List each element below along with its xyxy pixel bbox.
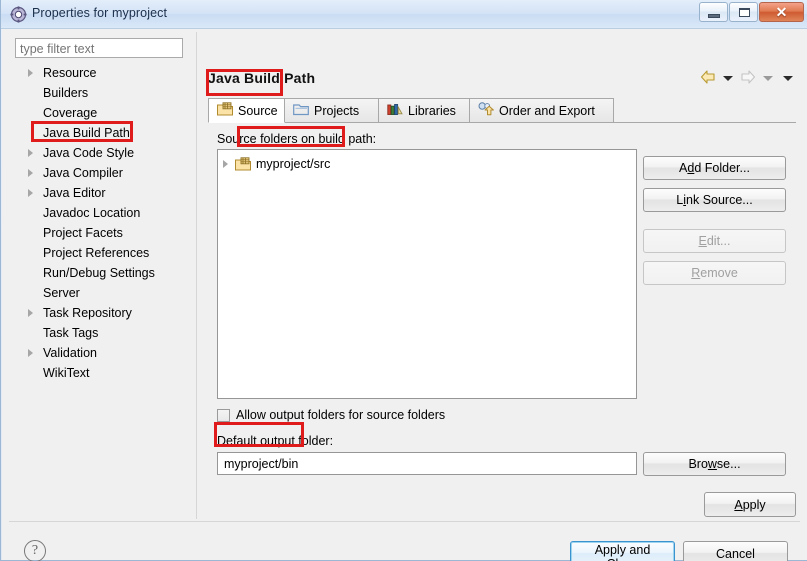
sidebar-item-java-build-path[interactable]: Java Build Path	[15, 123, 193, 143]
maximize-icon	[739, 8, 750, 17]
default-output-folder-label: Default output folder:	[217, 434, 334, 448]
remove-button: Remove	[643, 261, 786, 285]
expand-arrow-icon[interactable]	[28, 169, 33, 177]
back-dropdown-icon[interactable]	[723, 76, 733, 81]
tab-libraries[interactable]: Libraries	[378, 98, 470, 123]
allow-output-folders-label: Allow output folders for source folders	[236, 408, 446, 422]
title-bar[interactable]: Properties for myproject ✕	[1, 0, 807, 29]
cancel-button[interactable]: Cancel	[683, 541, 788, 561]
tab-label: Order and Export	[499, 103, 595, 118]
allow-output-folders-checkbox[interactable]: Allow output folders for source folders	[217, 408, 445, 422]
link-source-button[interactable]: Link Source...	[643, 188, 786, 212]
source-folders-list[interactable]: myproject/src	[217, 149, 637, 399]
expand-arrow-icon[interactable]	[223, 159, 228, 168]
libraries-icon	[387, 103, 403, 119]
tab-label: Projects	[314, 103, 360, 118]
sidebar-item-project-references[interactable]: Project References	[15, 243, 193, 263]
sidebar-item-label: Java Compiler	[43, 166, 123, 180]
sidebar-item-run-debug-settings[interactable]: Run/Debug Settings	[15, 263, 193, 283]
eclipse-properties-icon	[10, 6, 27, 23]
sidebar-item-label: Java Build Path	[43, 126, 130, 140]
window-controls: ✕	[699, 2, 804, 22]
filter-input[interactable]	[15, 38, 183, 58]
expand-arrow-icon[interactable]	[28, 349, 33, 357]
tab-source[interactable]: Source	[208, 98, 285, 123]
edit-button: Edit...	[643, 229, 786, 253]
window-title: Properties for myproject	[32, 6, 168, 20]
add-folder-button[interactable]: Add Folder...	[643, 156, 786, 180]
sidebar-item-label: Coverage	[43, 106, 98, 120]
navigation-controls	[700, 70, 796, 87]
expand-arrow-icon[interactable]	[28, 69, 33, 77]
sidebar-item-resource[interactable]: Resource	[15, 63, 193, 83]
help-icon[interactable]: ?	[24, 540, 46, 561]
minimize-button[interactable]	[699, 2, 728, 22]
build-path-tabs[interactable]: Source Projects Libraries Order and Export	[208, 98, 796, 123]
back-arrow-icon[interactable]	[700, 70, 716, 87]
view-menu-icon[interactable]	[783, 76, 793, 81]
list-item-label: myproject/src	[256, 156, 331, 171]
checkbox-box[interactable]	[217, 408, 230, 422]
browse-button[interactable]: Browse...	[643, 452, 786, 476]
sidebar-item-task-tags[interactable]: Task Tags	[15, 323, 193, 343]
properties-tree[interactable]: Resource Builders Coverage Java Build Path J…	[15, 63, 193, 492]
properties-dialog: Properties for myproject ✕ Resource Build…	[0, 0, 807, 561]
expand-arrow-icon[interactable]	[28, 149, 33, 157]
window-frame: Properties for myproject ✕ Resource Build…	[0, 0, 807, 561]
list-item[interactable]: myproject/src	[223, 154, 330, 173]
maximize-button[interactable]	[729, 2, 758, 22]
tab-order-and-export[interactable]: Order and Export	[469, 98, 614, 123]
tab-projects[interactable]: Projects	[284, 98, 379, 123]
dialog-body: Resource Builders Coverage Java Build Path J…	[2, 29, 807, 561]
projects-icon	[293, 103, 309, 119]
sidebar-item-label: Project References	[43, 246, 150, 260]
apply-and-close-button[interactable]: Apply and Close	[570, 541, 675, 561]
apply-button[interactable]: Apply	[704, 492, 796, 517]
close-button[interactable]: ✕	[759, 2, 804, 22]
sidebar-item-label: Project Facets	[43, 226, 123, 240]
sidebar-item-label: Java Editor	[43, 186, 106, 200]
sidebar-item-validation[interactable]: Validation	[15, 343, 193, 363]
forward-arrow-icon	[740, 70, 756, 87]
order-export-icon	[478, 102, 494, 119]
sidebar-item-server[interactable]: Server	[15, 283, 193, 303]
sidebar-item-java-compiler[interactable]: Java Compiler	[15, 163, 193, 183]
sidebar-item-label: WikiText	[43, 366, 90, 380]
sidebar-item-label: Builders	[43, 86, 89, 100]
tab-label: Libraries	[408, 103, 456, 118]
minimize-icon	[708, 14, 720, 18]
page-title: Java Build Path	[208, 70, 316, 86]
sidebar-item-java-code-style[interactable]: Java Code Style	[15, 143, 193, 163]
footer-divider	[9, 521, 800, 522]
sidebar-item-wikitext[interactable]: WikiText	[15, 363, 193, 383]
forward-dropdown-icon	[763, 76, 773, 81]
sidebar-item-project-facets[interactable]: Project Facets	[15, 223, 193, 243]
sidebar-item-label: Validation	[43, 346, 97, 360]
sidebar-item-builders[interactable]: Builders	[15, 83, 193, 103]
sidebar-item-java-editor[interactable]: Java Editor	[15, 183, 193, 203]
sidebar-item-javadoc-location[interactable]: Javadoc Location	[15, 203, 193, 223]
close-icon: ✕	[775, 4, 788, 20]
panel-divider	[196, 32, 197, 519]
sidebar-item-label: Run/Debug Settings	[43, 266, 155, 280]
sidebar-item-task-repository[interactable]: Task Repository	[15, 303, 193, 323]
source-folders-label: Source folders on build path:	[217, 132, 377, 146]
sidebar-item-label: Task Tags	[43, 326, 99, 340]
sidebar-item-label: Server	[43, 286, 80, 300]
sidebar-item-label: Task Repository	[43, 306, 132, 320]
sidebar-item-label: Java Code Style	[43, 146, 135, 160]
source-folder-icon	[235, 156, 251, 171]
tab-label: Source	[238, 103, 278, 118]
sidebar-item-label: Javadoc Location	[43, 206, 141, 220]
expand-arrow-icon[interactable]	[28, 309, 33, 317]
expand-arrow-icon[interactable]	[28, 189, 33, 197]
sidebar-item-label: Resource	[43, 66, 97, 80]
source-folder-icon	[217, 102, 233, 119]
sidebar-item-coverage[interactable]: Coverage	[15, 103, 193, 123]
default-output-folder-input[interactable]	[217, 452, 637, 475]
